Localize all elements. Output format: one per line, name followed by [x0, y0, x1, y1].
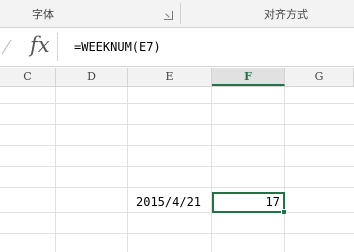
grid-line: [211, 87, 212, 252]
grid-line: [0, 233, 354, 234]
grid-line: [0, 124, 354, 125]
insert-function-icon[interactable]: fx: [30, 33, 50, 57]
alignment-group-label: 对齐方式: [264, 8, 308, 21]
formula-bar-controls: fx: [0, 28, 56, 66]
font-dialog-launcher-icon[interactable]: [164, 11, 173, 20]
column-header-c[interactable]: C: [0, 68, 56, 86]
grid-line: [0, 103, 354, 104]
ribbon-group-separator: [180, 3, 181, 24]
formula-bar: fx =WEEKNUM(E7): [0, 28, 354, 67]
fill-handle[interactable]: [281, 209, 287, 215]
cell-e7[interactable]: 2015/4/21: [136, 195, 201, 209]
column-header-d[interactable]: D: [56, 68, 128, 86]
grid-line: [127, 87, 128, 252]
font-group-label: 字体: [32, 8, 54, 21]
formula-input[interactable]: =WEEKNUM(E7): [60, 34, 350, 60]
column-header-f[interactable]: F: [212, 68, 285, 86]
grid-line: [0, 187, 354, 188]
ribbon: 字体 对齐方式: [0, 0, 354, 28]
column-header-g[interactable]: G: [285, 68, 354, 86]
grid-line: [55, 87, 56, 252]
grid-line: [0, 166, 354, 167]
worksheet-grid[interactable]: 2015/4/21 17: [0, 87, 354, 252]
active-cell-border: [212, 192, 285, 213]
column-header-e[interactable]: E: [128, 68, 212, 86]
formula-bar-separator: [57, 33, 58, 61]
grid-line: [0, 212, 354, 213]
grid-line: [284, 87, 285, 252]
grid-line: [0, 145, 354, 146]
formula-bar-resize-handle-icon[interactable]: [0, 38, 12, 56]
column-headers: C D E F G: [0, 68, 354, 87]
